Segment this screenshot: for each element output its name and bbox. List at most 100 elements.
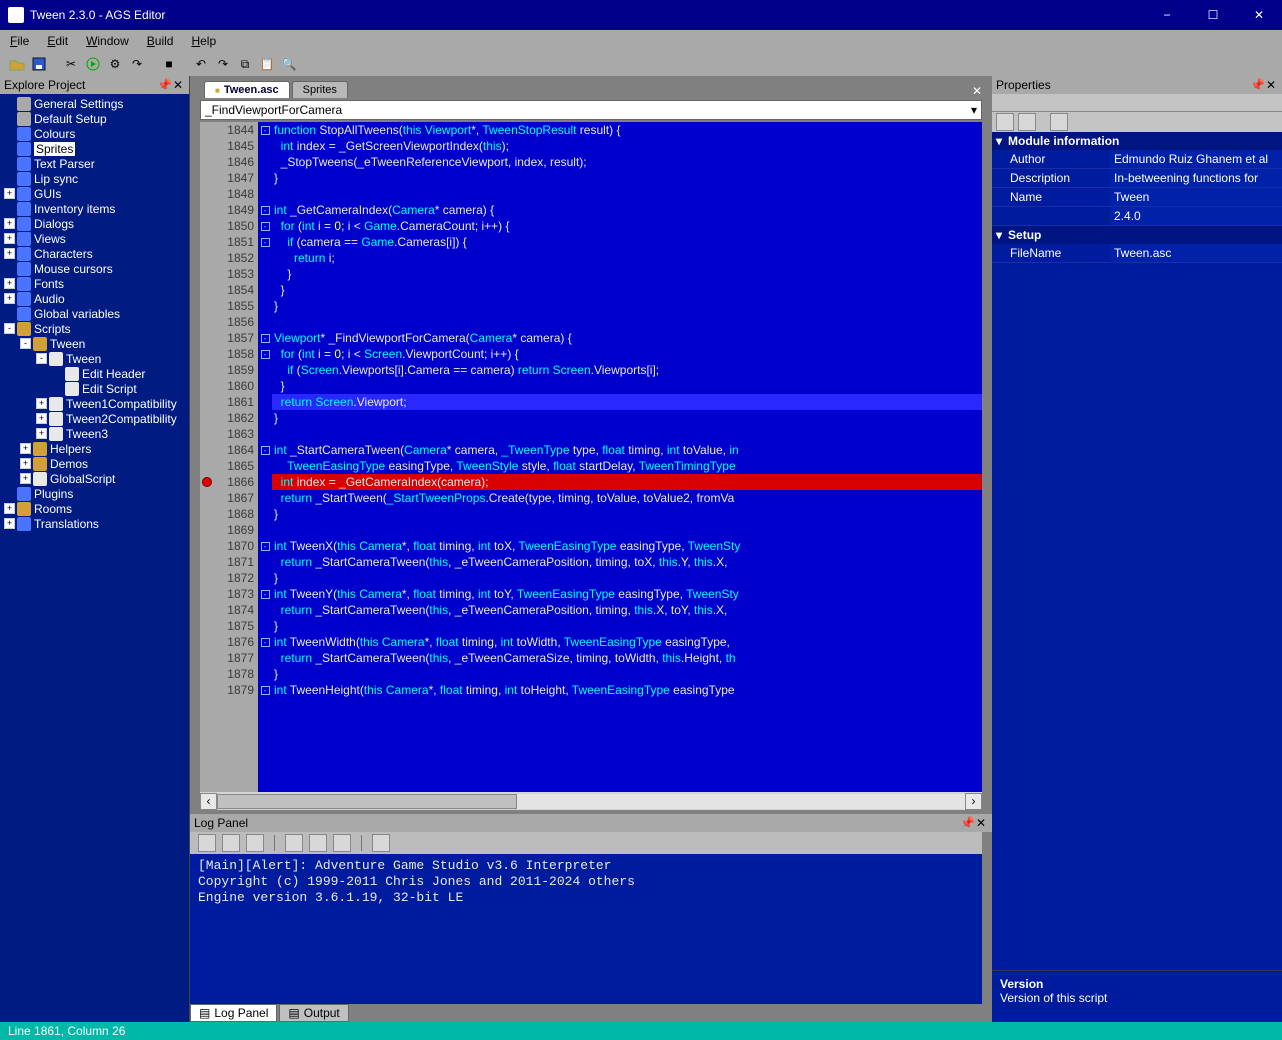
log-tab[interactable]: ▤Log Panel xyxy=(190,1004,277,1022)
window-title: Tween 2.3.0 - AGS Editor xyxy=(30,8,1144,22)
property-row[interactable]: 2.4.0 xyxy=(992,207,1282,226)
close-icon[interactable]: ✕ xyxy=(171,78,185,92)
close-icon[interactable]: ✕ xyxy=(974,816,988,830)
maximize-button[interactable]: ☐ xyxy=(1190,0,1236,30)
tree-node[interactable]: Sprites xyxy=(0,141,189,156)
tree-node[interactable]: General Settings xyxy=(0,96,189,111)
tree-node[interactable]: +Characters xyxy=(0,246,189,261)
tree-node[interactable]: Colours xyxy=(0,126,189,141)
log-btn-2[interactable] xyxy=(222,834,240,852)
code-editor[interactable]: 1844184518461847184818491850185118521853… xyxy=(200,122,982,792)
status-bar: Line 1861, Column 26 xyxy=(0,1022,1282,1040)
tree-node[interactable]: Default Setup xyxy=(0,111,189,126)
menu-help[interactable]: Help xyxy=(191,34,216,48)
tree-node[interactable]: Global variables xyxy=(0,306,189,321)
log-header: Log Panel 📌 ✕ xyxy=(190,814,992,832)
scroll-thumb[interactable] xyxy=(217,794,517,809)
step-icon[interactable]: ↷ xyxy=(128,55,146,73)
log-btn-7[interactable] xyxy=(372,834,390,852)
tree-node[interactable]: +Rooms xyxy=(0,501,189,516)
tree-node[interactable]: Mouse cursors xyxy=(0,261,189,276)
property-row[interactable]: DescriptionIn-betweening functions for xyxy=(992,169,1282,188)
log-tabs: ▤Log Panel▤Output xyxy=(190,1004,982,1022)
property-description: Version Version of this script xyxy=(992,970,1282,1022)
stop-icon[interactable]: ■ xyxy=(160,55,178,73)
minimize-button[interactable]: − xyxy=(1144,0,1190,30)
project-tree[interactable]: General SettingsDefault SetupColoursSpri… xyxy=(0,94,189,1022)
alphabetical-icon[interactable] xyxy=(1018,113,1036,131)
save-icon[interactable] xyxy=(30,55,48,73)
log-toolbar xyxy=(190,832,982,854)
tree-node[interactable]: Edit Script xyxy=(0,381,189,396)
property-row[interactable]: AuthorEdmundo Ruiz Ghanem et al xyxy=(992,150,1282,169)
copy-icon[interactable]: ⧉ xyxy=(236,55,254,73)
properties-grid[interactable]: ▾Module informationAuthorEdmundo Ruiz Gh… xyxy=(992,132,1282,970)
function-combo[interactable]: _FindViewportForCamera ▾ xyxy=(200,100,982,120)
scroll-left-button[interactable]: ‹ xyxy=(200,793,217,810)
tree-node[interactable]: +Fonts xyxy=(0,276,189,291)
app-icon xyxy=(8,7,24,23)
editor-tab[interactable]: Sprites xyxy=(292,81,348,98)
tree-node[interactable]: +Tween2Compatibility xyxy=(0,411,189,426)
find-icon[interactable]: 🔍 xyxy=(280,55,298,73)
log-text[interactable]: [Main][Alert]: Adventure Game Studio v3.… xyxy=(190,854,982,1004)
tree-node[interactable]: Plugins xyxy=(0,486,189,501)
tree-node[interactable]: +Tween3 xyxy=(0,426,189,441)
redo-icon[interactable]: ↷ xyxy=(214,55,232,73)
close-icon[interactable]: ✕ xyxy=(1264,78,1278,92)
cursor-position: Line 1861, Column 26 xyxy=(8,1024,125,1038)
pin-icon[interactable]: 📌 xyxy=(960,816,974,830)
tree-node[interactable]: +Views xyxy=(0,231,189,246)
pin-icon[interactable]: 📌 xyxy=(157,78,171,92)
tree-node[interactable]: +Audio xyxy=(0,291,189,306)
tree-node[interactable]: -Scripts xyxy=(0,321,189,336)
log-tab[interactable]: ▤Output xyxy=(279,1004,348,1022)
menu-edit[interactable]: Edit xyxy=(47,34,68,48)
horizontal-scrollbar[interactable]: ‹ › xyxy=(200,792,982,810)
titlebar: Tween 2.3.0 - AGS Editor − ☐ ✕ xyxy=(0,0,1282,30)
tree-node[interactable]: Edit Header xyxy=(0,366,189,381)
property-row[interactable]: NameTween xyxy=(992,188,1282,207)
events-icon[interactable] xyxy=(1050,113,1068,131)
explore-header: Explore Project 📌 ✕ xyxy=(0,76,189,94)
tree-node[interactable]: -Tween xyxy=(0,351,189,366)
log-btn-3[interactable] xyxy=(246,834,264,852)
menubar: File Edit Window Build Help xyxy=(0,30,1282,52)
menu-build[interactable]: Build xyxy=(147,34,174,48)
build-icon[interactable]: ⚙ xyxy=(106,55,124,73)
log-btn-1[interactable] xyxy=(198,834,216,852)
tree-node[interactable]: +Dialogs xyxy=(0,216,189,231)
tree-node[interactable]: +Helpers xyxy=(0,441,189,456)
paste-icon[interactable]: 📋 xyxy=(258,55,276,73)
tree-node[interactable]: +Tween1Compatibility xyxy=(0,396,189,411)
menu-file[interactable]: File xyxy=(10,34,29,48)
scroll-right-button[interactable]: › xyxy=(965,793,982,810)
menu-window[interactable]: Window xyxy=(86,34,129,48)
tree-node[interactable]: +Demos xyxy=(0,456,189,471)
property-row[interactable]: FileNameTween.asc xyxy=(992,244,1282,263)
tree-node[interactable]: -Tween xyxy=(0,336,189,351)
tree-node[interactable]: Lip sync xyxy=(0,171,189,186)
tree-node[interactable]: +GlobalScript xyxy=(0,471,189,486)
pin-icon[interactable]: 📌 xyxy=(1250,78,1264,92)
tree-node[interactable]: +GUIs xyxy=(0,186,189,201)
properties-header: Properties 📌 ✕ xyxy=(992,76,1282,94)
log-btn-6[interactable] xyxy=(333,834,351,852)
tab-close-icon[interactable]: ✕ xyxy=(972,84,986,98)
editor-tab[interactable]: Tween.asc xyxy=(204,81,290,98)
log-btn-5[interactable] xyxy=(309,834,327,852)
categorized-icon[interactable] xyxy=(996,113,1014,131)
undo-icon[interactable]: ↶ xyxy=(192,55,210,73)
open-icon[interactable] xyxy=(8,55,26,73)
run-icon[interactable] xyxy=(84,55,102,73)
properties-toolbar xyxy=(992,112,1282,132)
properties-panel: Properties 📌 ✕ ▾Module informationAuthor… xyxy=(992,76,1282,1022)
cut-icon[interactable]: ✂ xyxy=(62,55,80,73)
explore-panel: Explore Project 📌 ✕ General SettingsDefa… xyxy=(0,76,190,1022)
close-button[interactable]: ✕ xyxy=(1236,0,1282,30)
log-btn-4[interactable] xyxy=(285,834,303,852)
tree-node[interactable]: +Translations xyxy=(0,516,189,531)
toolbar: ✂ ⚙ ↷ ■ ↶ ↷ ⧉ 📋 🔍 xyxy=(0,52,1282,76)
tree-node[interactable]: Text Parser xyxy=(0,156,189,171)
tree-node[interactable]: Inventory items xyxy=(0,201,189,216)
